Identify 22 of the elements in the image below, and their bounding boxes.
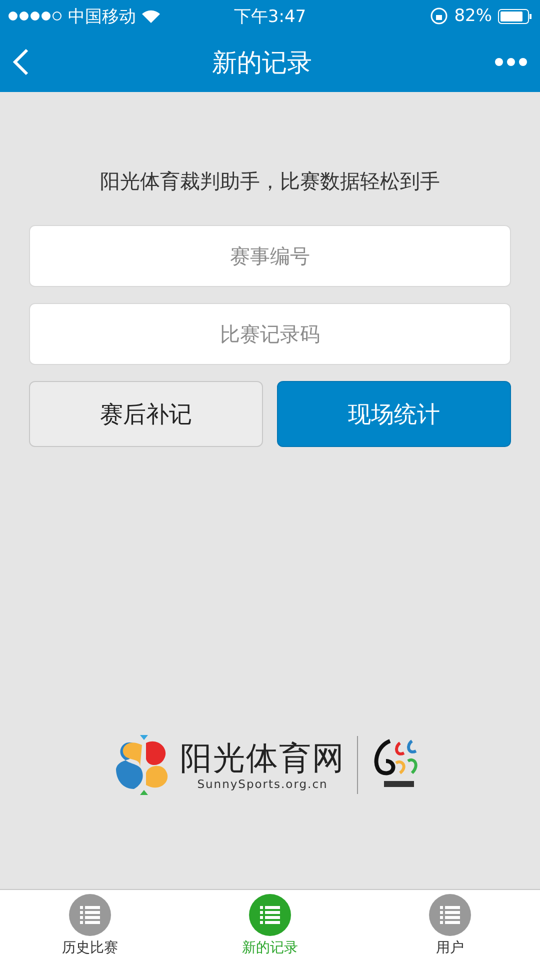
- more-icon[interactable]: [494, 57, 528, 67]
- input-field[interactable]: 比赛记录码: [29, 303, 511, 365]
- list-icon: [428, 893, 472, 937]
- battery-icon: [498, 8, 532, 24]
- brand-url: SunnySports.org.cn: [197, 777, 328, 791]
- signal-icon: [8, 11, 62, 21]
- clock-time: 下午3:47: [234, 6, 306, 26]
- brand-name: 阳光体育网: [180, 739, 345, 777]
- start-button[interactable]: 现场统计: [277, 381, 511, 447]
- input-field[interactable]: 赛事编号: [29, 225, 511, 287]
- rotation-lock-icon: [430, 7, 448, 25]
- battery-percent: 82%: [454, 6, 492, 26]
- carrier-name: 中国移动: [68, 6, 136, 28]
- record-button[interactable]: 赛后补记: [29, 381, 263, 447]
- list-icon: [248, 893, 292, 937]
- page-title: 新的记录: [212, 46, 312, 78]
- back-icon[interactable]: [12, 48, 30, 76]
- list-icon: [68, 893, 112, 937]
- intro-text: 阳光体育裁判助手，比赛数据轻松到手: [100, 168, 440, 195]
- tab-item[interactable]: 历史比赛: [0, 890, 180, 960]
- wifi-icon: [142, 10, 160, 22]
- tab-item[interactable]: 用户: [360, 890, 540, 960]
